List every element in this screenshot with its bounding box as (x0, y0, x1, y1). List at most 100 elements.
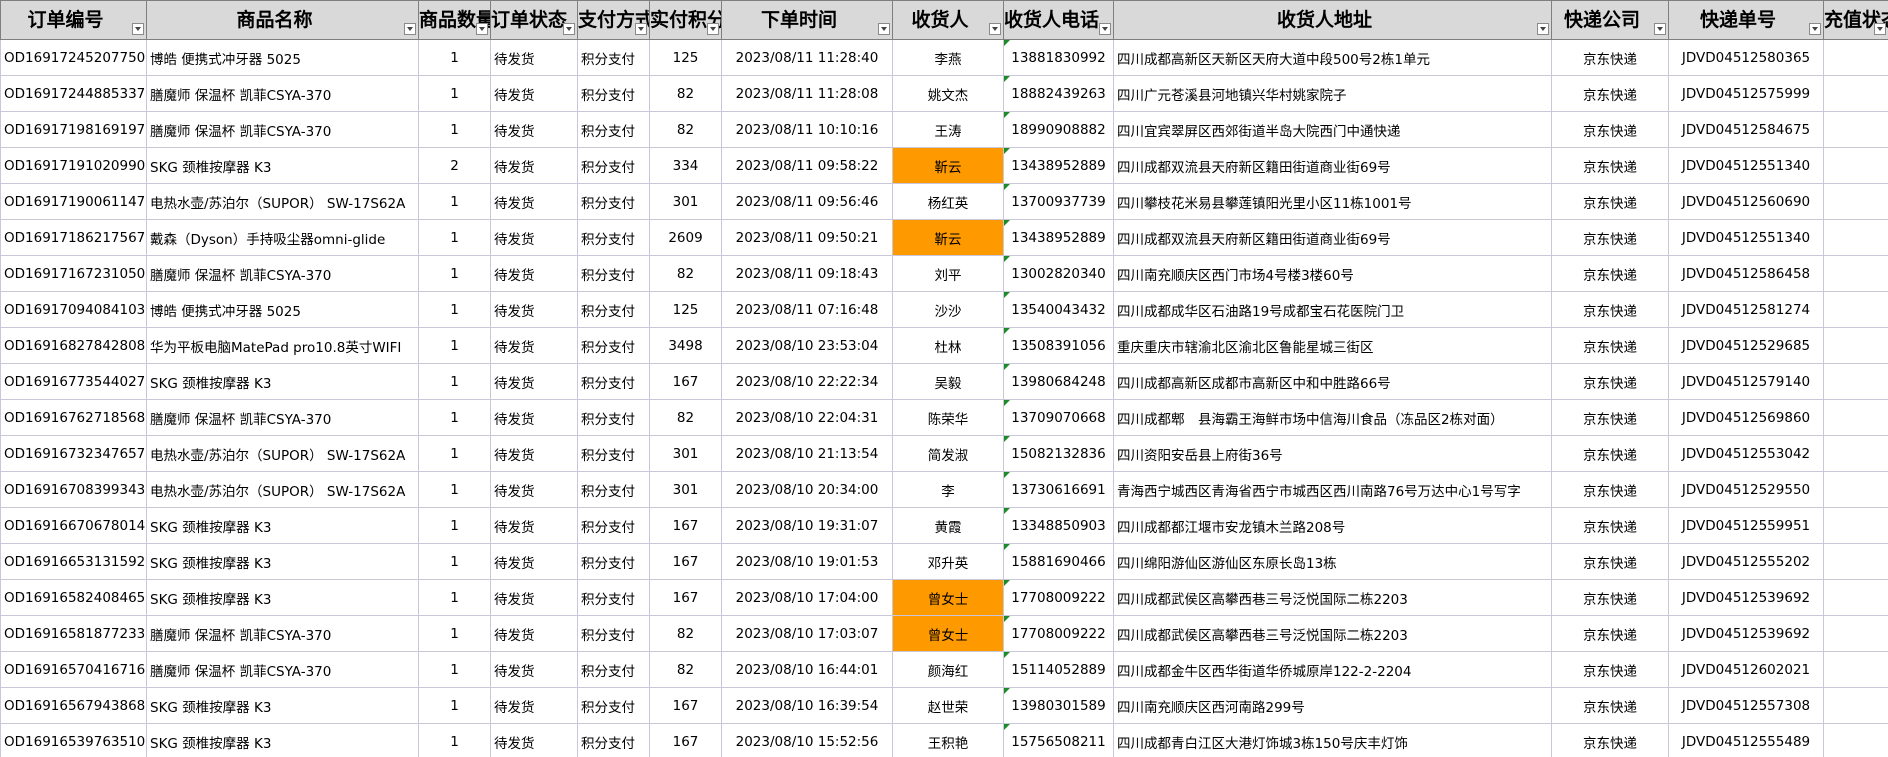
cell-payment-method[interactable]: 积分支付 (577, 183, 650, 220)
cell-order-id[interactable]: OD16916827842808 (0, 327, 147, 364)
cell-order-time[interactable]: 2023/08/10 17:04:00 (721, 579, 893, 616)
cell-courier[interactable]: 京东快递 (1551, 543, 1669, 580)
cell-points-paid[interactable]: 167 (649, 723, 722, 757)
table-row[interactable]: OD16916581877233 膳魔师 保温杯 凯菲CSYA-370 1 待发货 积分… (0, 615, 1888, 652)
cell-tracking-number[interactable]: JDVD04512529550 (1668, 471, 1824, 508)
header-recipient[interactable]: 收货人 (892, 0, 1004, 40)
cell-order-id[interactable]: OD16916567943868 (0, 687, 147, 724)
cell-payment-method[interactable]: 积分支付 (577, 363, 650, 400)
cell-product-name[interactable]: 博皓 便携式冲牙器 5025 (146, 39, 419, 76)
header-product-name[interactable]: 商品名称 (146, 0, 419, 40)
cell-payment-method[interactable]: 积分支付 (577, 219, 650, 256)
cell-order-status[interactable]: 待发货 (490, 291, 578, 328)
cell-recipient-address[interactable]: 四川成都成华区石油路19号成都宝石花医院门卫 (1113, 291, 1552, 328)
cell-order-id[interactable]: OD16917186217567 (0, 219, 147, 256)
cell-recipient[interactable]: 王积艳 (892, 723, 1004, 757)
filter-dropdown-icon[interactable] (476, 23, 488, 35)
cell-product-name[interactable]: SKG 颈椎按摩器 K3 (146, 507, 419, 544)
cell-recipient-phone[interactable]: 18990908882 (1003, 111, 1114, 148)
cell-order-status[interactable]: 待发货 (490, 147, 578, 184)
cell-quantity[interactable]: 1 (418, 363, 491, 400)
cell-recipient-address[interactable]: 青海西宁城西区青海省西宁市城西区西川南路76号万达中心1号写字 (1113, 471, 1552, 508)
cell-quantity[interactable]: 1 (418, 579, 491, 616)
cell-tracking-number[interactable]: JDVD04512579140 (1668, 363, 1824, 400)
header-payment-method[interactable]: 支付方式 (577, 0, 650, 40)
cell-points-paid[interactable]: 125 (649, 291, 722, 328)
header-courier[interactable]: 快递公司 (1551, 0, 1669, 40)
cell-product-name[interactable]: 电热水壶/苏泊尔（SUPOR） SW-17S62A (146, 435, 419, 472)
cell-recipient-phone[interactable]: 15756508211 (1003, 723, 1114, 757)
cell-tracking-number[interactable]: JDVD04512559951 (1668, 507, 1824, 544)
cell-tracking-number[interactable]: JDVD04512557308 (1668, 687, 1824, 724)
cell-order-status[interactable]: 待发货 (490, 687, 578, 724)
cell-recipient[interactable]: 邓升英 (892, 543, 1004, 580)
cell-recipient[interactable]: 吴毅 (892, 363, 1004, 400)
cell-order-id[interactable]: OD16917190061147 (0, 183, 147, 220)
cell-order-status[interactable]: 待发货 (490, 723, 578, 757)
cell-order-status[interactable]: 待发货 (490, 183, 578, 220)
cell-points-paid[interactable]: 167 (649, 363, 722, 400)
cell-recharge-status[interactable] (1823, 723, 1888, 757)
cell-order-id[interactable]: OD16916539763510 (0, 723, 147, 757)
table-row[interactable]: OD16917094084103 博皓 便携式冲牙器 5025 1 待发货 积分支付 12… (0, 291, 1888, 328)
cell-recharge-status[interactable] (1823, 471, 1888, 508)
cell-recipient[interactable]: 曾女士 (892, 615, 1004, 652)
table-row[interactable]: OD16917191020990 SKG 颈椎按摩器 K3 2 待发货 积分支付 334 2… (0, 147, 1888, 184)
cell-order-id[interactable]: OD16916732347657 (0, 435, 147, 472)
cell-payment-method[interactable]: 积分支付 (577, 147, 650, 184)
cell-recipient-phone[interactable]: 13980301589 (1003, 687, 1114, 724)
cell-product-name[interactable]: SKG 颈椎按摩器 K3 (146, 687, 419, 724)
cell-product-name[interactable]: 戴森（Dyson）手持吸尘器omni-glide (146, 219, 419, 256)
cell-product-name[interactable]: 电热水壶/苏泊尔（SUPOR） SW-17S62A (146, 183, 419, 220)
cell-product-name[interactable]: 膳魔师 保温杯 凯菲CSYA-370 (146, 399, 419, 436)
cell-product-name[interactable]: 膳魔师 保温杯 凯菲CSYA-370 (146, 615, 419, 652)
cell-quantity[interactable]: 1 (418, 291, 491, 328)
cell-courier[interactable]: 京东快递 (1551, 471, 1669, 508)
cell-order-time[interactable]: 2023/08/10 23:53:04 (721, 327, 893, 364)
cell-quantity[interactable]: 1 (418, 687, 491, 724)
cell-points-paid[interactable]: 82 (649, 651, 722, 688)
table-row[interactable]: OD16916670678014 SKG 颈椎按摩器 K3 1 待发货 积分支付 167 2… (0, 507, 1888, 544)
header-points-paid[interactable]: 实付积分 (649, 0, 722, 40)
cell-payment-method[interactable]: 积分支付 (577, 471, 650, 508)
table-row[interactable]: OD16916653131592 SKG 颈椎按摩器 K3 1 待发货 积分支付 167 2… (0, 543, 1888, 580)
cell-order-status[interactable]: 待发货 (490, 615, 578, 652)
cell-courier[interactable]: 京东快递 (1551, 75, 1669, 112)
cell-recipient-phone[interactable]: 13700937739 (1003, 183, 1114, 220)
cell-courier[interactable]: 京东快递 (1551, 327, 1669, 364)
cell-tracking-number[interactable]: JDVD04512584675 (1668, 111, 1824, 148)
table-row[interactable]: OD16916582408465 SKG 颈椎按摩器 K3 1 待发货 积分支付 167 2… (0, 579, 1888, 616)
cell-payment-method[interactable]: 积分支付 (577, 39, 650, 76)
cell-points-paid[interactable]: 82 (649, 111, 722, 148)
cell-product-name[interactable]: SKG 颈椎按摩器 K3 (146, 579, 419, 616)
cell-recharge-status[interactable] (1823, 363, 1888, 400)
cell-tracking-number[interactable]: JDVD04512555202 (1668, 543, 1824, 580)
cell-courier[interactable]: 京东快递 (1551, 579, 1669, 616)
cell-recipient-address[interactable]: 四川绵阳游仙区游仙区东原长岛13栋 (1113, 543, 1552, 580)
filter-dropdown-icon[interactable] (132, 23, 144, 35)
cell-recharge-status[interactable] (1823, 111, 1888, 148)
cell-tracking-number[interactable]: JDVD04512569860 (1668, 399, 1824, 436)
cell-recharge-status[interactable] (1823, 75, 1888, 112)
cell-order-id[interactable]: OD16916773544027 (0, 363, 147, 400)
cell-quantity[interactable]: 1 (418, 543, 491, 580)
cell-order-id[interactable]: OD16917245207750 (0, 39, 147, 76)
cell-order-time[interactable]: 2023/08/11 09:50:21 (721, 219, 893, 256)
cell-courier[interactable]: 京东快递 (1551, 435, 1669, 472)
cell-product-name[interactable]: 电热水壶/苏泊尔（SUPOR） SW-17S62A (146, 471, 419, 508)
filter-dropdown-icon[interactable] (707, 23, 719, 35)
cell-recipient-address[interactable]: 四川成都双流县天府新区籍田街道商业街69号 (1113, 147, 1552, 184)
cell-recharge-status[interactable] (1823, 507, 1888, 544)
cell-points-paid[interactable]: 167 (649, 579, 722, 616)
cell-courier[interactable]: 京东快递 (1551, 111, 1669, 148)
cell-recharge-status[interactable] (1823, 147, 1888, 184)
cell-recipient[interactable]: 靳云 (892, 147, 1004, 184)
table-row[interactable]: OD16916708399343 电热水壶/苏泊尔（SUPOR） SW-17S62… (0, 471, 1888, 508)
cell-recipient-address[interactable]: 四川成都郫 县海霸王海鲜市场中信海川食品（冻品区2栋对面） (1113, 399, 1552, 436)
cell-tracking-number[interactable]: JDVD04512551340 (1668, 147, 1824, 184)
cell-order-status[interactable]: 待发货 (490, 111, 578, 148)
cell-payment-method[interactable]: 积分支付 (577, 651, 650, 688)
cell-quantity[interactable]: 1 (418, 507, 491, 544)
cell-order-id[interactable]: OD16916708399343 (0, 471, 147, 508)
cell-product-name[interactable]: 膳魔师 保温杯 凯菲CSYA-370 (146, 255, 419, 292)
